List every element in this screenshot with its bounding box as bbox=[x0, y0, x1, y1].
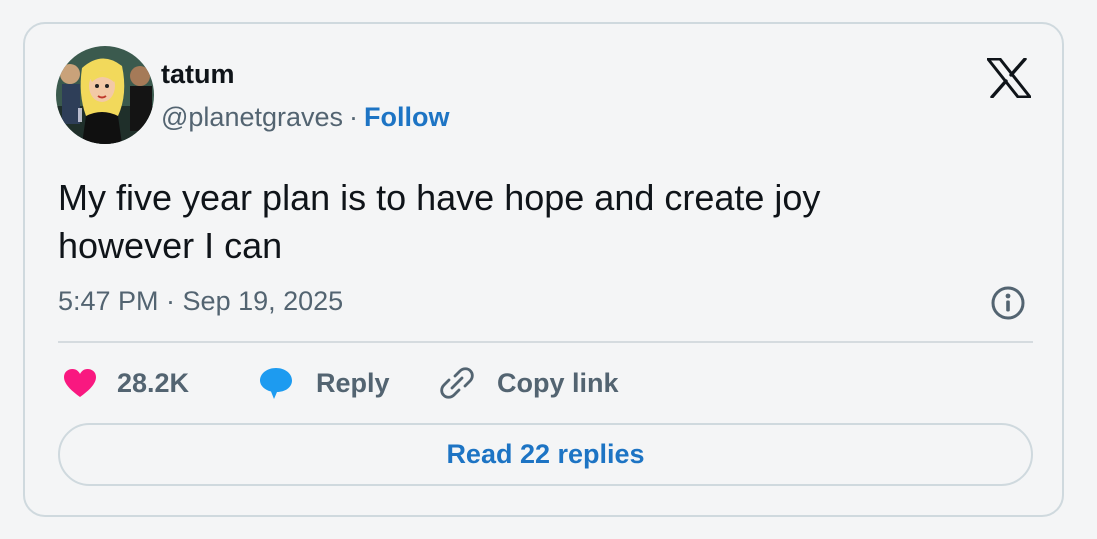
speech-bubble-icon bbox=[260, 368, 292, 399]
reply-button[interactable]: Reply bbox=[258, 365, 390, 401]
avatar[interactable] bbox=[56, 46, 154, 144]
read-replies-label: Read 22 replies bbox=[446, 439, 645, 469]
like-count: 28.2K bbox=[117, 368, 190, 398]
author-handle[interactable]: @planetgraves bbox=[161, 102, 343, 132]
tweet-timestamp[interactable]: 5:47 PM · Sep 19, 2025 bbox=[58, 285, 343, 317]
follow-button[interactable]: Follow bbox=[364, 102, 449, 132]
like-button[interactable]: 28.2K bbox=[63, 365, 189, 401]
x-logo-icon[interactable] bbox=[986, 57, 1032, 99]
heart-icon bbox=[64, 369, 96, 397]
author-handle-row: @planetgraves · Follow bbox=[161, 101, 450, 133]
author-name[interactable]: tatum bbox=[161, 58, 235, 90]
reply-label: Reply bbox=[316, 368, 390, 398]
embedded-tweet-card: tatum @planetgraves · Follow My five year … bbox=[23, 22, 1064, 517]
copy-link-label: Copy link bbox=[497, 368, 619, 398]
divider bbox=[58, 341, 1033, 343]
info-icon[interactable] bbox=[990, 285, 1026, 321]
read-replies-button[interactable]: Read 22 replies bbox=[58, 423, 1033, 486]
link-icon bbox=[440, 367, 474, 399]
separator-dot: · bbox=[349, 102, 359, 132]
tweet-text: My five year plan is to have hope and cr… bbox=[58, 177, 821, 266]
copy-link-button[interactable]: Copy link bbox=[440, 365, 619, 401]
